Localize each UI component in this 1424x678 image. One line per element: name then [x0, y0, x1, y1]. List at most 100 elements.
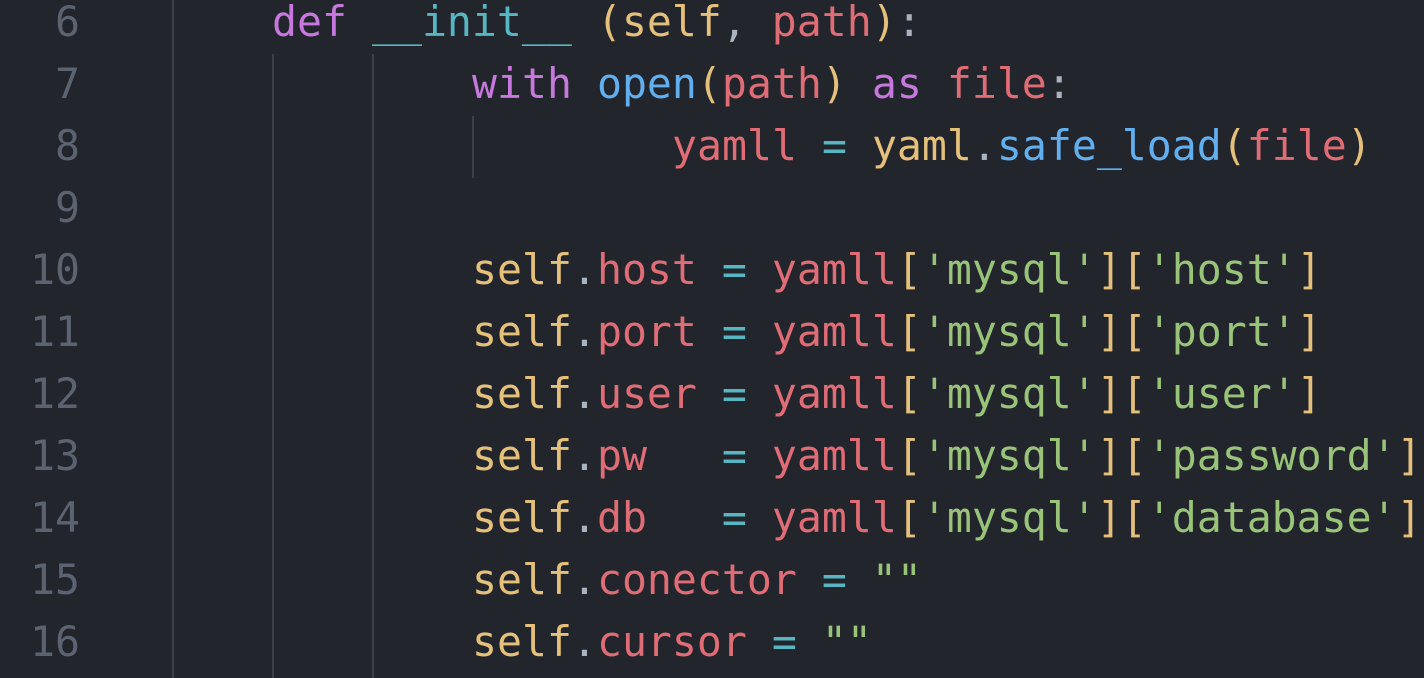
- code-token: 'password': [1146, 431, 1397, 480]
- code-line[interactable]: self.cursor = "": [472, 611, 872, 673]
- code-token: yamll: [672, 121, 797, 170]
- code-token: yamll: [771, 431, 897, 480]
- code-token: ]: [1296, 307, 1322, 356]
- code-token: =: [721, 245, 747, 294]
- code-token: port: [596, 307, 697, 356]
- code-token: yaml: [871, 121, 972, 170]
- code-token: .: [571, 369, 597, 418]
- line-number: 8: [55, 121, 80, 170]
- code-token: with: [472, 59, 572, 108]
- line-number: 7: [55, 59, 80, 108]
- code-token: =: [821, 121, 847, 170]
- code-line[interactable]: self.conector = "": [472, 549, 922, 611]
- code-token: .: [571, 617, 597, 666]
- code-token: [: [1121, 307, 1147, 356]
- code-line[interactable]: self.host = yamll['mysql']['host']: [472, 239, 1322, 301]
- line-number: 11: [30, 307, 80, 356]
- code-token: file: [1246, 121, 1347, 170]
- code-token: [: [896, 307, 922, 356]
- code-token: [: [1121, 369, 1147, 418]
- code-token: 'mysql': [921, 307, 1097, 356]
- code-token: open: [596, 59, 697, 108]
- code-token: path: [721, 59, 822, 108]
- code-token: =: [721, 369, 747, 418]
- code-token: ]: [1096, 245, 1122, 294]
- code-token: :: [1046, 59, 1072, 108]
- code-token: =: [721, 431, 747, 480]
- code-token: 'mysql': [921, 493, 1097, 542]
- code-token: self: [472, 369, 572, 418]
- line-number: 14: [30, 493, 80, 542]
- code-token: [: [1121, 431, 1147, 480]
- code-token: "": [871, 555, 922, 604]
- code-editor[interactable]: 6 7 8 9 10 11 12 13 14 15 16 def __init__ (self, p…: [0, 0, 1424, 678]
- line-number: 13: [30, 431, 80, 480]
- code-line[interactable]: yamll = yaml.safe_load(file): [672, 115, 1372, 177]
- indent-guide: [272, 54, 274, 678]
- code-token: (: [696, 59, 722, 108]
- code-token: user: [596, 369, 697, 418]
- code-token: ]: [1396, 431, 1422, 480]
- code-token: 'user': [1146, 369, 1297, 418]
- code-token: ]: [1096, 307, 1122, 356]
- code-line[interactable]: def __init__ (self, path):: [272, 0, 922, 53]
- code-token: [: [896, 245, 922, 294]
- code-token: .: [571, 493, 597, 542]
- line-number: 16: [30, 617, 80, 666]
- line-number: 15: [30, 555, 80, 604]
- code-token: [: [1121, 493, 1147, 542]
- code-token: [: [896, 493, 922, 542]
- code-token: "": [821, 617, 872, 666]
- code-token: ]: [1396, 493, 1422, 542]
- code-line[interactable]: self.pw = yamll['mysql']['password']: [472, 425, 1422, 487]
- code-token: path: [771, 0, 872, 46]
- code-token: =: [821, 555, 847, 604]
- code-token: [: [896, 431, 922, 480]
- code-token: ]: [1296, 369, 1322, 418]
- indent-guide: [472, 116, 474, 178]
- code-line[interactable]: self.db = yamll['mysql']['database']: [472, 487, 1422, 549]
- code-token: yamll: [771, 369, 897, 418]
- code-token: self: [621, 0, 722, 46]
- code-token: ): [821, 59, 847, 108]
- code-token: __init__: [371, 0, 572, 46]
- indent-guide: [372, 54, 374, 678]
- code-token: yamll: [771, 245, 897, 294]
- code-token: [: [896, 369, 922, 418]
- code-token: .: [571, 245, 597, 294]
- code-line[interactable]: with open(path) as file:: [472, 53, 1072, 115]
- code-token: self: [472, 555, 572, 604]
- code-line[interactable]: self.user = yamll['mysql']['user']: [472, 363, 1322, 425]
- line-number: 9: [55, 183, 80, 232]
- code-token: yamll: [771, 307, 897, 356]
- code-token: [: [1121, 245, 1147, 294]
- code-token: db: [596, 493, 647, 542]
- code-token: def: [272, 0, 347, 46]
- code-token: self: [472, 307, 572, 356]
- code-line[interactable]: self.port = yamll['mysql']['port']: [472, 301, 1322, 363]
- code-token: ]: [1296, 245, 1322, 294]
- code-token: (: [1221, 121, 1247, 170]
- code-token: .: [571, 307, 597, 356]
- indent-guide: [172, 0, 174, 678]
- code-token: self: [472, 617, 572, 666]
- code-token: ]: [1096, 431, 1122, 480]
- code-token: self: [472, 493, 572, 542]
- code-token: ]: [1096, 369, 1122, 418]
- code-token: ): [871, 0, 897, 46]
